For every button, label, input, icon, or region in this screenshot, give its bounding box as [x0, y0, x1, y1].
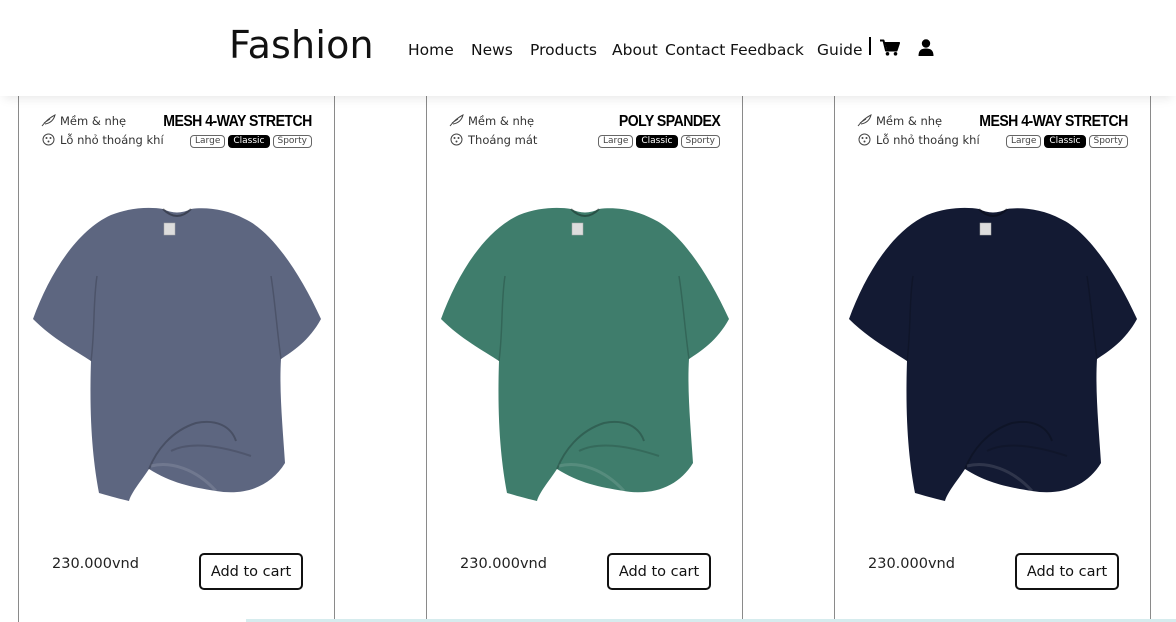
- nav-guide[interactable]: Guide: [817, 40, 863, 60]
- breathable-icon: [449, 133, 464, 146]
- fit-tag-classic[interactable]: Classic: [1044, 135, 1086, 148]
- tshirt-image[interactable]: [31, 201, 323, 501]
- fit-tags: Large Classic Sporty: [1006, 135, 1128, 148]
- nav-news[interactable]: News: [471, 40, 513, 60]
- feature-item: Thoáng mát: [449, 133, 537, 147]
- product-card-3: Mềm & nhẹ Lỗ nhỏ thoáng khí MESH 4-WAY S…: [834, 96, 1151, 622]
- feature-item: Mềm & nhẹ: [857, 114, 942, 128]
- add-to-cart-button[interactable]: Add to cart: [607, 553, 711, 590]
- feather-icon: [41, 114, 56, 127]
- user-icon[interactable]: [918, 39, 934, 60]
- feature-label: Mềm & nhẹ: [60, 114, 127, 128]
- breathable-icon: [41, 133, 56, 146]
- feature-label: Lỗ nhỏ thoáng khí: [60, 133, 164, 147]
- product-price: 230.000vnd: [52, 556, 139, 572]
- fit-tag-large[interactable]: Large: [1006, 135, 1042, 148]
- nav-products[interactable]: Products: [530, 40, 597, 60]
- fit-tag-classic[interactable]: Classic: [636, 135, 678, 148]
- nav-contact[interactable]: Contact: [665, 40, 725, 60]
- add-to-cart-button[interactable]: Add to cart: [1015, 553, 1119, 590]
- feather-icon: [449, 114, 464, 127]
- nav-home[interactable]: Home: [408, 40, 454, 60]
- fit-tag-sporty[interactable]: Sporty: [1088, 135, 1128, 148]
- nav-about[interactable]: About: [612, 40, 658, 60]
- fit-tag-classic[interactable]: Classic: [228, 135, 270, 148]
- product-price: 230.000vnd: [868, 556, 955, 572]
- feather-icon: [857, 114, 872, 127]
- feature-item: Mềm & nhẹ: [41, 114, 126, 128]
- breathable-icon: [857, 133, 872, 146]
- product-card-2: Mềm & nhẹ Thoáng mát POLY SPANDEX Large C…: [426, 96, 743, 622]
- product-card-1: Mềm & nhẹ Lỗ nhỏ thoáng khí MESH 4-WAY S…: [18, 96, 335, 622]
- fabric-name: POLY SPANDEX: [618, 113, 721, 130]
- fit-tags: Large Classic Sporty: [598, 135, 720, 148]
- feature-item: Lỗ nhỏ thoáng khí: [41, 133, 164, 147]
- add-to-cart-button[interactable]: Add to cart: [199, 553, 303, 590]
- nav-divider: [869, 37, 871, 55]
- feature-label: Mềm & nhẹ: [468, 114, 535, 128]
- site-header: Fashion Home News Products About Contact…: [0, 0, 1176, 96]
- fit-tags: Large Classic Sporty: [190, 135, 312, 148]
- fit-tag-large[interactable]: Large: [190, 135, 226, 148]
- feature-item: Mềm & nhẹ: [449, 114, 534, 128]
- tshirt-image[interactable]: [439, 201, 731, 501]
- feature-label: Mềm & nhẹ: [876, 114, 943, 128]
- brand-logo[interactable]: Fashion: [229, 22, 374, 68]
- fit-tag-sporty[interactable]: Sporty: [272, 135, 312, 148]
- fit-tag-sporty[interactable]: Sporty: [680, 135, 720, 148]
- tshirt-image[interactable]: [847, 201, 1139, 501]
- feature-label: Lỗ nhỏ thoáng khí: [876, 133, 980, 147]
- feature-label: Thoáng mát: [468, 133, 538, 147]
- fabric-name: MESH 4-WAY STRETCH: [979, 113, 1128, 130]
- cart-icon[interactable]: [880, 39, 900, 60]
- fit-tag-large[interactable]: Large: [598, 135, 634, 148]
- product-price: 230.000vnd: [460, 556, 547, 572]
- nav-feedback[interactable]: Feedback: [730, 40, 804, 60]
- fabric-name: MESH 4-WAY STRETCH: [163, 113, 312, 130]
- feature-item: Lỗ nhỏ thoáng khí: [857, 133, 980, 147]
